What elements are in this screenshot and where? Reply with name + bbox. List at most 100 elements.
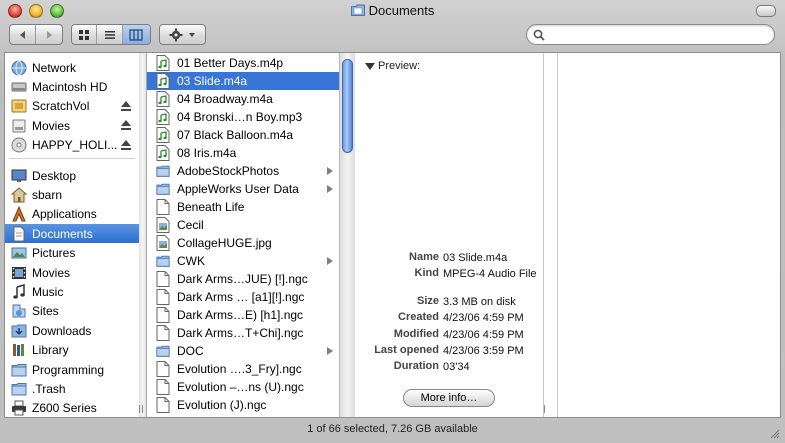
info-value: MPEG-4 Audio File	[443, 268, 537, 280]
action-menu-button[interactable]	[159, 24, 206, 45]
forward-button[interactable]	[36, 25, 62, 44]
info-key: Kind	[414, 267, 439, 279]
file-row[interactable]: CollageHUGE.jpg	[147, 234, 339, 252]
eject-icon[interactable]	[121, 139, 131, 150]
file-row[interactable]: Evolution ….3_Fry].ngc	[147, 360, 339, 378]
status-bar: 1 of 66 selected, 7.26 GB available	[0, 418, 785, 443]
more-info-button[interactable]: More info…	[403, 389, 495, 407]
sidebar-item-movies[interactable]: Movies	[5, 116, 139, 135]
sidebar-item-movies[interactable]: Movies	[5, 263, 139, 282]
toolbar-toggle-button[interactable]	[756, 5, 776, 17]
back-button[interactable]	[10, 25, 37, 44]
sidebar-item-z600-series[interactable]: Z600 Series	[5, 399, 139, 418]
sidebar-item-label: Macintosh HD	[32, 79, 108, 94]
sidebar-item-label: sbarn	[32, 187, 63, 202]
sidebar-item-library[interactable]: Library	[5, 341, 139, 360]
folder-icon	[156, 343, 170, 359]
file-row[interactable]: Dark Arms…T+Chi].ngc	[147, 324, 339, 342]
audio-file-icon	[156, 145, 170, 161]
info-value: 4/23/06 3:59 PM	[443, 345, 524, 357]
sidebar-item-happy-holi[interactable]: HAPPY_HOLI...	[5, 136, 139, 155]
audio-file-icon	[156, 55, 170, 71]
document-icon	[156, 289, 170, 305]
sidebar-item-downloads[interactable]: Downloads	[5, 321, 139, 340]
disclosure-triangle-icon	[365, 62, 375, 70]
file-name: Dark Arms…E) [h1].ngc	[177, 308, 304, 322]
file-name: 04 Bronski…n Boy.mp3	[177, 110, 303, 124]
file-name: 03 Slide.m4a	[177, 74, 248, 88]
file-row[interactable]: 04 Bronski…n Boy.mp3	[147, 108, 339, 126]
folder-row[interactable]: DOC	[147, 342, 339, 360]
sidebar-item-documents[interactable]: Documents	[5, 224, 139, 244]
info-key: Last opened	[374, 344, 439, 356]
sidebar-item-programming[interactable]: Programming	[5, 360, 139, 379]
list-view-button[interactable]	[97, 25, 123, 44]
folder-row[interactable]: AdobeStockPhotos	[147, 162, 339, 180]
search-input[interactable]	[549, 27, 768, 44]
file-row[interactable]: Cecil	[147, 216, 339, 234]
file-row[interactable]: Evolution –…ns (U).ngc	[147, 378, 339, 396]
sidebar-item-sites[interactable]: Sites	[5, 302, 139, 321]
sidebar-item-label: Music	[32, 284, 64, 299]
title-bar[interactable]: Documents	[0, 0, 785, 24]
column-view-button[interactable]	[122, 25, 150, 44]
file-row[interactable]: 08 Iris.m4a	[147, 144, 339, 162]
sidebar-item-pictures[interactable]: Pictures	[5, 244, 139, 263]
eject-icon[interactable]	[121, 120, 131, 131]
file-name: Dark Arms…T+Chi].ngc	[177, 326, 304, 340]
library-icon	[11, 342, 27, 358]
file-name: AppleWorks User Data	[177, 182, 299, 196]
preview-column: Preview: Name 03 Slide.m4a Kind MPEG-4 Audi…	[355, 53, 543, 417]
file-row[interactable]: 03 Slide.m4a	[147, 72, 339, 90]
window-title-wrap: Documents	[0, 3, 785, 18]
sidebar-item-macintosh-hd[interactable]: Macintosh HD	[5, 77, 139, 96]
preview-header[interactable]: Preview:	[365, 60, 420, 72]
sidebar-item-sbarn[interactable]: sbarn	[5, 185, 139, 204]
file-row[interactable]: Evolution (J).ngc	[147, 396, 339, 414]
window-title: Documents	[368, 3, 435, 18]
search-icon	[533, 29, 545, 41]
document-icon	[156, 379, 170, 395]
sidebar-item-network[interactable]: Network	[5, 58, 139, 77]
document-icon	[156, 361, 170, 377]
folder-icon	[156, 253, 170, 269]
sidebar-item-music[interactable]: Music	[5, 282, 139, 301]
sidebar-item-label: Pictures	[32, 246, 76, 261]
network-icon	[11, 60, 27, 76]
file-column-scrollbar[interactable]	[339, 53, 355, 417]
sidebar-item-desktop[interactable]: Desktop	[5, 166, 139, 185]
sidebar-item-applications[interactable]: Applications	[5, 205, 139, 224]
file-row[interactable]: 01 Better Days.m4p	[147, 54, 339, 72]
sidebar-item-trash[interactable]: .Trash	[5, 379, 139, 398]
pictures-icon	[11, 245, 27, 261]
finder-window: Documents Network Macintosh HD ScratchVo…	[0, 0, 785, 443]
column-resize-handle[interactable]	[136, 403, 146, 415]
view-mode-group	[71, 24, 151, 45]
folder-row[interactable]: AppleWorks User Data	[147, 180, 339, 198]
browser-content: Network Macintosh HD ScratchVol Movies HAPPY…	[4, 52, 781, 418]
folder-icon	[350, 4, 365, 16]
eject-icon[interactable]	[121, 100, 131, 111]
file-row[interactable]: Beneath Life	[147, 198, 339, 216]
folder-icon	[11, 381, 27, 397]
file-row[interactable]: Dark Arms…JUE) [!].ngc	[147, 270, 339, 288]
sidebar-item-label: Applications	[32, 207, 97, 222]
scrollbar-thumb[interactable]	[342, 59, 353, 153]
resize-grip-icon[interactable]	[768, 427, 780, 439]
downloads-icon	[11, 323, 27, 339]
sidebar-split-handle[interactable]	[139, 53, 147, 417]
folder-icon	[156, 181, 170, 197]
file-row[interactable]: 07 Black Balloon.m4a	[147, 126, 339, 144]
file-row[interactable]: Dark Arms … [a1][!].ngc	[147, 288, 339, 306]
icon-view-button[interactable]	[72, 25, 98, 44]
file-row[interactable]: Dark Arms…E) [h1].ngc	[147, 306, 339, 324]
file-row[interactable]: 04 Broadway.m4a	[147, 90, 339, 108]
file-name: AdobeStockPhotos	[177, 164, 280, 178]
sidebar-item-scratchvol[interactable]: ScratchVol	[5, 97, 139, 116]
search-field[interactable]	[526, 24, 775, 45]
info-value: 3.3 MB on disk	[443, 296, 516, 308]
folder-row[interactable]: CWK	[147, 252, 339, 270]
folder-icon	[156, 163, 170, 179]
action-menu-inner	[160, 25, 205, 44]
sidebar-item-label: Downloads	[32, 323, 92, 338]
